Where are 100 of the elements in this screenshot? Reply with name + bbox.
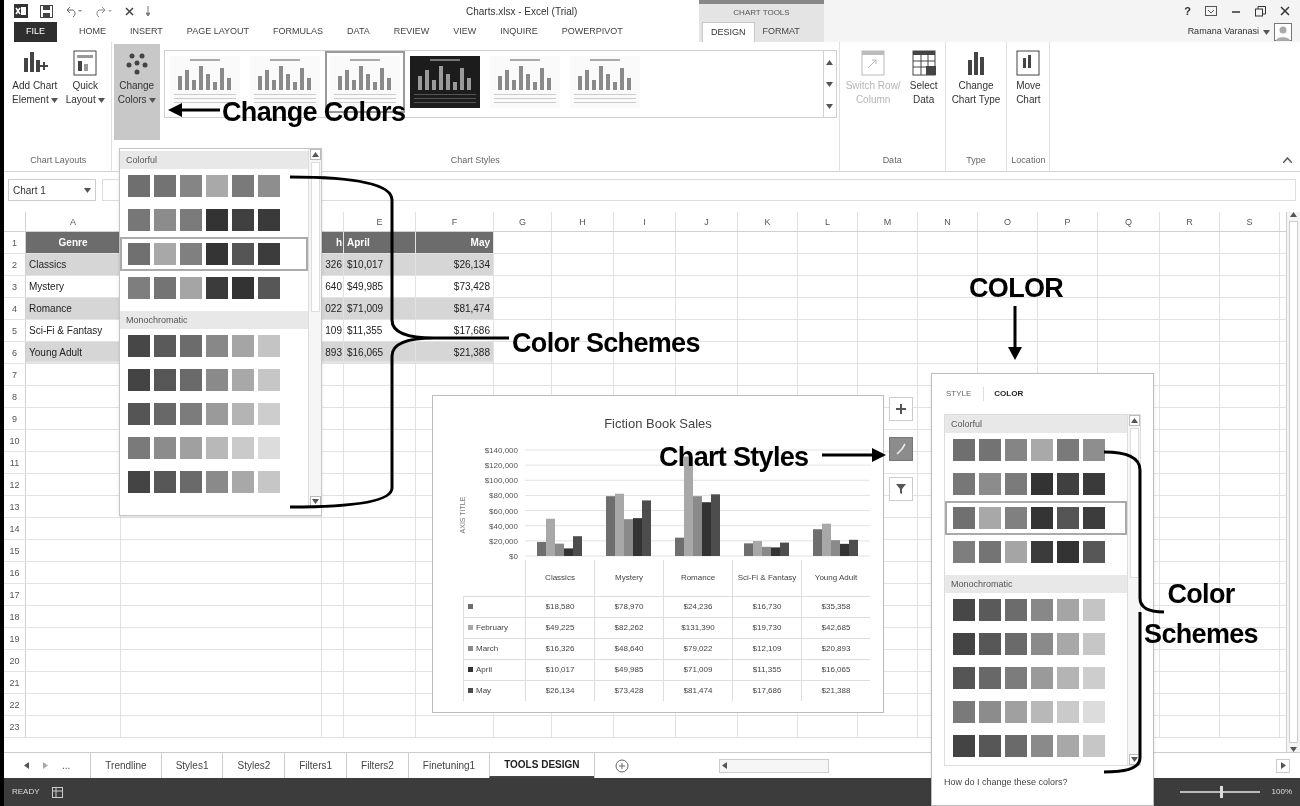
redo-icon[interactable] — [95, 5, 113, 17]
ribbon-tab[interactable]: FORMULAS — [261, 22, 336, 42]
row-header[interactable]: 21 — [4, 672, 26, 693]
ribbon-tab[interactable]: VIEW — [441, 22, 489, 42]
category-label: Mystery — [615, 571, 643, 583]
ribbon-tab[interactable]: FORMAT — [754, 22, 808, 42]
zoom-level[interactable]: 100% — [1271, 786, 1292, 798]
row-header[interactable]: 10 — [4, 430, 26, 451]
column-header[interactable]: M — [858, 212, 918, 231]
column-header[interactable]: K — [738, 212, 798, 231]
user-name[interactable]: Ramana Varanasi — [1187, 25, 1259, 39]
ribbon-display-icon[interactable] — [1205, 6, 1217, 16]
ribbon-button[interactable]: Add Chart Element — [8, 44, 62, 140]
row-header[interactable]: 18 — [4, 606, 26, 627]
data-table-cell: $49,985 — [594, 659, 663, 680]
column-header[interactable]: Q — [1098, 212, 1160, 231]
help-button[interactable]: ? — [1184, 2, 1191, 20]
close-icon[interactable] — [1280, 6, 1290, 16]
column-header[interactable]: O — [978, 212, 1038, 231]
row-header[interactable]: 14 — [4, 518, 26, 539]
sheet-tab[interactable]: TOOLS DESIGN — [489, 753, 594, 778]
table-cell: Genre — [26, 232, 121, 253]
panel-tab[interactable]: COLOR — [983, 387, 1026, 401]
more-sheets-button[interactable]: ... — [62, 758, 71, 773]
row-header[interactable]: 19 — [4, 628, 26, 649]
bar[interactable] — [633, 517, 642, 556]
color-scheme-option[interactable] — [120, 237, 308, 271]
ribbon-tab[interactable]: FILE — [14, 22, 57, 42]
column-header[interactable]: R — [1160, 212, 1220, 231]
macro-record-icon[interactable] — [51, 786, 63, 798]
row-header[interactable]: 22 — [4, 694, 26, 715]
previous-sheet-icon[interactable] — [24, 762, 29, 769]
save-icon[interactable] — [40, 4, 53, 18]
ribbon-button[interactable]: Change Colors — [113, 44, 160, 140]
restore-icon[interactable] — [1255, 5, 1266, 17]
bar[interactable] — [573, 535, 582, 556]
undo-icon[interactable] — [65, 5, 83, 17]
ribbon-button[interactable]: Change Chart Type — [947, 44, 1005, 140]
ribbon-tab[interactable]: INQUIRE — [488, 22, 550, 42]
bar[interactable] — [771, 546, 780, 556]
scroll-right-button[interactable] — [1276, 758, 1290, 773]
row-header[interactable]: 13 — [4, 496, 26, 517]
collapse-ribbon-icon[interactable] — [1283, 157, 1292, 163]
column-header[interactable]: P — [1038, 212, 1098, 231]
category-label: Classics — [545, 571, 575, 583]
column-header[interactable]: L — [798, 212, 858, 231]
chart-element-button[interactable] — [889, 397, 913, 421]
ribbon-tab[interactable]: POWERPIVOT — [549, 22, 635, 42]
data-table-cell: $131,390 — [663, 617, 732, 638]
column-header[interactable]: G — [494, 212, 552, 231]
ribbon-tab[interactable]: DATA — [335, 22, 382, 42]
chart-element-button[interactable] — [889, 477, 913, 501]
row-header[interactable]: 12 — [4, 474, 26, 495]
column-header[interactable]: I — [614, 212, 676, 231]
bar[interactable] — [840, 543, 849, 556]
row-header[interactable]: 8 — [4, 386, 26, 407]
close-icon[interactable] — [125, 6, 134, 16]
data-table-cell: $42,685 — [801, 617, 870, 638]
row-header[interactable]: 23 — [4, 716, 26, 737]
zoom-slider[interactable] — [1179, 786, 1260, 798]
panel-tab[interactable]: STYLE — [944, 387, 974, 401]
add-sheet-icon[interactable] — [614, 758, 629, 773]
data-table-cell: $11,355 — [732, 659, 801, 680]
row-header[interactable]: 20 — [4, 650, 26, 671]
ribbon-tab[interactable]: INSERT — [118, 22, 175, 42]
ribbon-tab[interactable]: DESIGN — [702, 22, 755, 42]
column-header[interactable]: H — [552, 212, 614, 231]
row-header[interactable]: 11 — [4, 452, 26, 473]
row-header[interactable]: 17 — [4, 584, 26, 605]
ribbon-button[interactable]: Move Chart — [1009, 44, 1048, 140]
callout-label: Chart Styles — [659, 441, 809, 474]
column-header[interactable]: E — [344, 212, 416, 231]
scrollbar[interactable] — [308, 149, 321, 507]
column-header[interactable]: J — [676, 212, 738, 231]
help-link[interactable]: How do I change these colors? — [944, 776, 1141, 790]
ribbon-tab[interactable]: REVIEW — [381, 22, 442, 42]
ribbon-tab[interactable]: HOME — [67, 22, 118, 42]
color-scheme-option[interactable] — [945, 501, 1127, 535]
data-table-cell: $49,225 — [525, 617, 594, 638]
column-header[interactable]: S — [1220, 212, 1280, 231]
bar[interactable] — [849, 539, 858, 556]
name-box[interactable]: Chart 1 — [8, 179, 96, 201]
zoom-slider-thumb[interactable] — [1219, 786, 1223, 798]
legend-label: February — [476, 621, 508, 634]
row-header[interactable]: 7 — [4, 364, 26, 385]
ribbon-button[interactable]: Quick Layout — [61, 44, 109, 140]
bar[interactable] — [564, 547, 573, 556]
customize-icon[interactable] — [146, 6, 150, 16]
horizontal-scrollbar[interactable] — [718, 758, 829, 773]
group-label: Chart Styles — [450, 153, 500, 167]
axis-tick-label: $100,000 — [484, 475, 518, 485]
ribbon-tab[interactable]: PAGE LAYOUT — [174, 22, 262, 42]
row-header[interactable]: 15 — [4, 540, 26, 561]
ribbon-button[interactable]: Select Data — [904, 44, 943, 140]
column-header[interactable]: F — [416, 212, 494, 231]
row-header[interactable]: 9 — [4, 408, 26, 429]
row-header[interactable]: 16 — [4, 562, 26, 583]
column-header[interactable]: N — [918, 212, 978, 231]
chart-area[interactable] — [432, 395, 884, 713]
vertical-scrollbar[interactable] — [1286, 212, 1300, 752]
